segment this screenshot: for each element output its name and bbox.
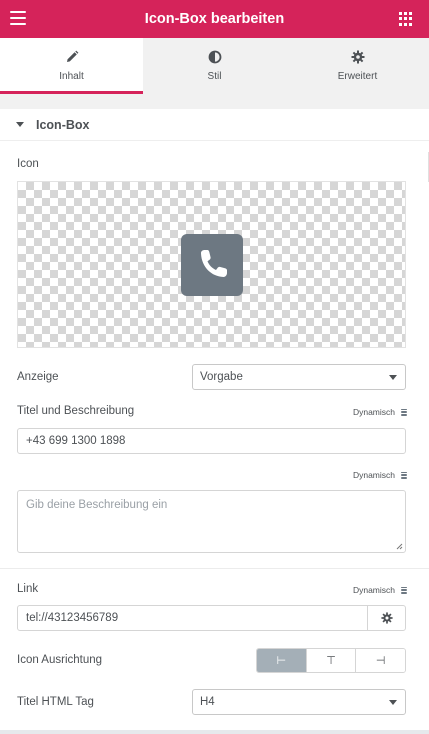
tab-erweitert[interactable]: Erweitert	[286, 38, 429, 94]
tab-inhalt[interactable]: Inhalt	[0, 38, 143, 94]
bottom-border	[0, 730, 429, 734]
html-tag-select[interactable]: H4	[192, 689, 406, 715]
dynamic-tags-button[interactable]: Dynamisch	[353, 470, 407, 480]
grid-icon[interactable]	[399, 12, 413, 26]
tab-stil[interactable]: Stil	[143, 38, 286, 94]
chevron-down-icon	[389, 375, 397, 380]
phone-square-icon	[181, 234, 243, 296]
anzeige-value: Vorgabe	[200, 371, 243, 383]
resize-handle-icon[interactable]	[395, 542, 403, 550]
database-icon	[401, 586, 407, 594]
html-tag-value: H4	[200, 696, 215, 708]
dynamic-tags-button[interactable]: Dynamisch	[353, 585, 407, 595]
panel-title: Icon-Box bearbeiten	[144, 11, 285, 27]
titel-label: Titel und Beschreibung	[17, 405, 135, 417]
dynamic-label: Dynamisch	[352, 585, 395, 595]
beschreibung-textarea[interactable]: Gib deine Beschreibung ein	[17, 490, 406, 553]
link-field: tel://43123456789	[17, 605, 406, 631]
section-header-icon-box[interactable]: Icon-Box	[0, 109, 429, 141]
titel-input[interactable]: +43 699 1300 1898	[17, 428, 406, 454]
editor-header: Icon-Box bearbeiten	[0, 0, 429, 38]
align-left-button[interactable]: ⊢	[257, 649, 307, 672]
database-icon	[401, 471, 407, 479]
panel-tabs: Inhalt Stil Erweitert	[0, 38, 429, 94]
ausrichtung-toggle-group: ⊢ ⊤ ⊣	[256, 648, 406, 673]
anzeige-select[interactable]: Vorgabe	[192, 364, 406, 390]
tab-label: Erweitert	[337, 71, 378, 82]
tab-label: Stil	[207, 71, 222, 82]
align-right-button[interactable]: ⊣	[356, 649, 405, 672]
html-tag-label: Titel HTML Tag	[17, 696, 94, 708]
section-gap	[0, 94, 429, 109]
gear-icon	[351, 50, 365, 64]
chevron-down-icon	[389, 700, 397, 705]
caret-down-icon	[16, 122, 24, 127]
beschreibung-placeholder: Gib deine Beschreibung ein	[26, 499, 168, 511]
gear-icon	[380, 612, 393, 624]
hamburger-icon[interactable]	[10, 11, 26, 25]
database-icon	[401, 408, 407, 416]
section-title: Icon-Box	[36, 117, 90, 132]
ausrichtung-label: Icon Ausrichtung	[17, 654, 103, 666]
titel-value: +43 699 1300 1898	[26, 435, 126, 447]
align-top-button[interactable]: ⊤	[306, 649, 357, 672]
dynamic-label: Dynamisch	[352, 407, 395, 417]
icon-preview[interactable]	[17, 181, 406, 348]
divider	[0, 568, 429, 569]
link-label: Link	[17, 583, 39, 595]
dynamic-tags-button[interactable]: Dynamisch	[353, 407, 407, 417]
pencil-icon	[65, 50, 79, 64]
link-input[interactable]: tel://43123456789	[26, 606, 118, 630]
dynamic-label: Dynamisch	[352, 470, 395, 480]
contrast-icon	[208, 50, 222, 64]
icon-label: Icon	[17, 158, 39, 170]
tab-label: Inhalt	[59, 71, 84, 82]
anzeige-label: Anzeige	[17, 371, 59, 383]
link-options-button[interactable]	[367, 606, 405, 630]
